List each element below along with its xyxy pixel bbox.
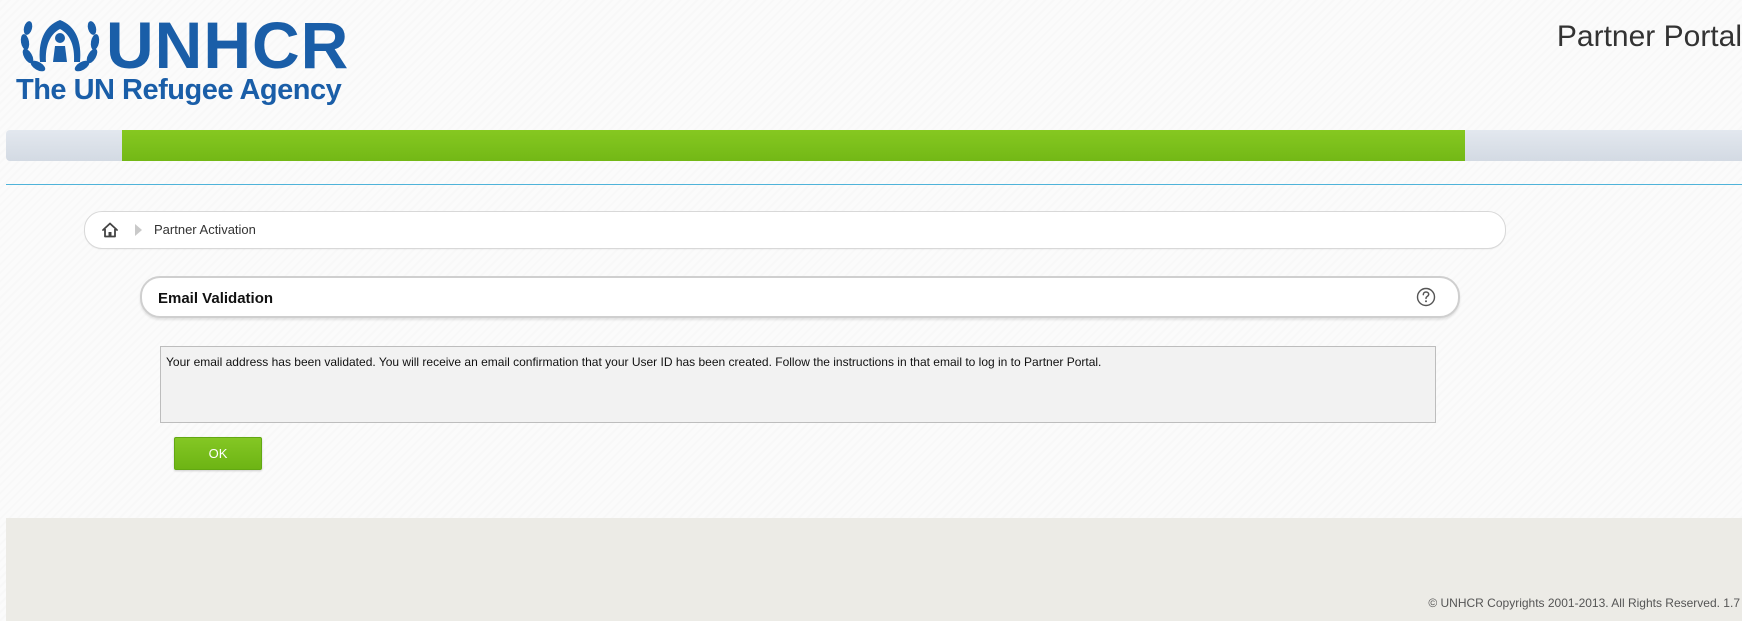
- portal-title: Partner Portal: [1556, 20, 1742, 53]
- panel-title: Email Validation: [158, 290, 274, 307]
- home-icon[interactable]: [101, 221, 119, 239]
- breadcrumb: Partner Activation: [84, 211, 1506, 249]
- unhcr-emblem-icon: [20, 20, 100, 72]
- panel-header: Email Validation: [140, 276, 1460, 318]
- message-box: Your email address has been validated. Y…: [160, 346, 1436, 423]
- navbar-left-segment: [6, 130, 122, 161]
- navbar-right-segment: [1465, 130, 1742, 161]
- ok-button[interactable]: OK: [174, 437, 262, 470]
- footer: © UNHCR Copyrights 2001-2013. All Rights…: [6, 518, 1742, 621]
- footer-copyright: © UNHCR Copyrights 2001-2013. All Rights…: [1428, 596, 1740, 610]
- navbar-menu: [122, 130, 1465, 161]
- breadcrumb-separator-icon: [135, 224, 142, 236]
- logo-wordmark: UNHCR: [106, 8, 350, 82]
- logo-tagline: The UN Refugee Agency: [16, 74, 342, 106]
- help-icon[interactable]: [1416, 287, 1436, 307]
- breadcrumb-item-partner-activation[interactable]: Partner Activation: [154, 222, 256, 237]
- validation-message: Your email address has been validated. Y…: [166, 355, 1102, 369]
- header-divider: [6, 184, 1742, 185]
- unhcr-logo: UNHCR The UN Refugee Agency: [8, 10, 348, 110]
